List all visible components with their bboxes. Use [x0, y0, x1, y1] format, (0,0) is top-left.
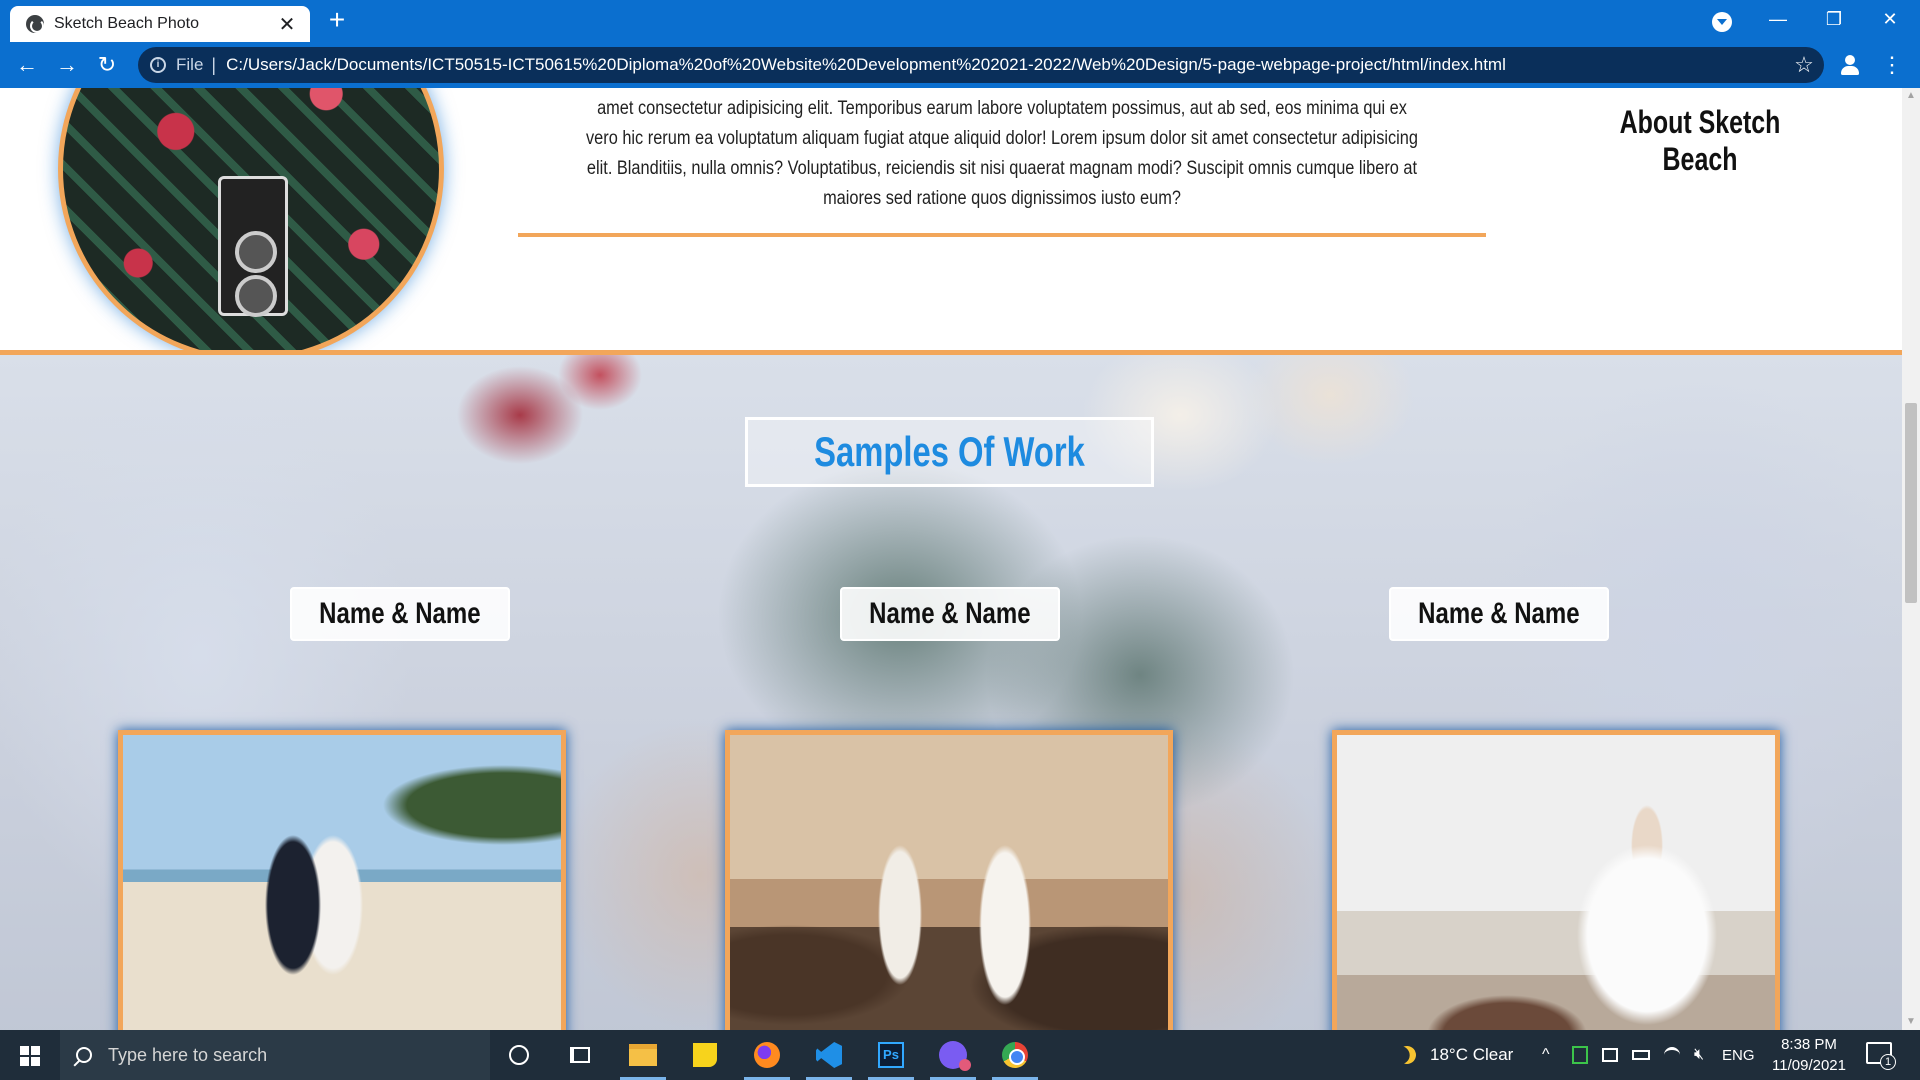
- scroll-up-arrow-icon[interactable]: ▲: [1902, 88, 1920, 104]
- system-tray-icons[interactable]: 🔇︎: [1572, 1030, 1704, 1080]
- windows-start-icon[interactable]: [0, 1030, 60, 1080]
- meet-icon[interactable]: [1602, 1048, 1618, 1062]
- cortana-icon[interactable]: [494, 1035, 544, 1075]
- reload-button[interactable]: ↻: [90, 48, 124, 82]
- sample-photo-beach-couple[interactable]: [118, 730, 566, 1030]
- forward-button[interactable]: →: [50, 48, 84, 82]
- scroll-down-arrow-icon[interactable]: ▼: [1902, 1014, 1920, 1030]
- weather-widget[interactable]: 18°C Clear: [1398, 1030, 1513, 1080]
- samples-section: Samples Of Work Name & Name Name & Name …: [0, 355, 1902, 1030]
- card-name-label: Name & Name: [290, 587, 510, 641]
- browser-tab-bar: Sketch Beach Photo ✕ + — ❐ ✕: [0, 0, 1920, 42]
- notification-count-badge: 1: [1880, 1054, 1896, 1070]
- about-heading: About Sketch Beach: [1619, 104, 1781, 177]
- file-explorer-icon[interactable]: [618, 1035, 668, 1080]
- back-button[interactable]: ←: [10, 48, 44, 82]
- site-info-icon[interactable]: i: [150, 57, 166, 73]
- profile-menu-icon[interactable]: [1712, 12, 1732, 32]
- window-close-button[interactable]: ✕: [1862, 0, 1918, 40]
- page-viewport: amet consectetur adipisicing elit. Tempo…: [0, 88, 1902, 1030]
- card-name-label: Name & Name: [840, 587, 1060, 641]
- bookmark-star-icon[interactable]: ☆: [1784, 52, 1824, 78]
- moon-icon: [1395, 1043, 1418, 1066]
- firefox-icon[interactable]: [742, 1035, 792, 1080]
- address-separator: |: [211, 54, 217, 75]
- browser-tab[interactable]: Sketch Beach Photo ✕: [10, 6, 310, 42]
- sample-photo-bride[interactable]: [1332, 730, 1780, 1030]
- camera-image: [218, 176, 288, 317]
- browser-menu-icon[interactable]: ⋮: [1880, 48, 1904, 82]
- globe-icon: [26, 15, 44, 33]
- minimize-button[interactable]: —: [1750, 0, 1806, 40]
- taskbar-search-box[interactable]: Type here to search: [60, 1030, 490, 1080]
- new-tab-button[interactable]: +: [322, 6, 352, 36]
- windows-taskbar: Type here to search Ps 18°C Clear ^ 🔇︎ E…: [0, 1030, 1920, 1080]
- photoshop-icon[interactable]: Ps: [866, 1035, 916, 1080]
- restore-button[interactable]: ❐: [1806, 0, 1862, 40]
- app-tray-icon[interactable]: [1572, 1046, 1588, 1064]
- photographer-portrait: [58, 88, 444, 362]
- url-text[interactable]: C:/Users/Jack/Documents/ICT50515-ICT5061…: [226, 55, 1784, 75]
- sample-photo-sunset-couple[interactable]: [725, 730, 1173, 1030]
- card-name-label: Name & Name: [1389, 587, 1609, 641]
- clock-date: 11/09/2021: [1772, 1057, 1846, 1074]
- address-bar[interactable]: i File | C:/Users/Jack/Documents/ICT5051…: [138, 47, 1824, 83]
- chrome-icon[interactable]: [990, 1035, 1040, 1080]
- about-divider: [518, 233, 1486, 237]
- search-icon: [76, 1047, 92, 1063]
- samples-title: Samples Of Work: [745, 417, 1154, 487]
- search-placeholder: Type here to search: [108, 1044, 268, 1065]
- file-scheme-label: File: [176, 55, 204, 74]
- tray-overflow-chevron-icon[interactable]: ^: [1542, 1030, 1550, 1080]
- browser-toolbar: ← → ↻ i File | C:/Users/Jack/Documents/I…: [0, 42, 1920, 88]
- task-view-icon[interactable]: [555, 1035, 605, 1075]
- account-icon[interactable]: [1838, 53, 1862, 77]
- wifi-icon[interactable]: [1664, 1047, 1680, 1063]
- about-section: amet consectetur adipisicing elit. Tempo…: [0, 88, 1902, 362]
- volume-muted-icon[interactable]: 🔇︎: [1694, 1046, 1704, 1064]
- discord-icon[interactable]: [928, 1035, 978, 1080]
- taskbar-clock[interactable]: 8:38 PM 11/09/2021: [1764, 1034, 1854, 1076]
- weather-text: 18°C Clear: [1430, 1045, 1514, 1064]
- battery-icon[interactable]: [1632, 1050, 1650, 1060]
- close-tab-icon[interactable]: ✕: [276, 12, 298, 37]
- language-indicator[interactable]: ENG: [1722, 1030, 1755, 1080]
- vertical-scrollbar[interactable]: ▲ ▼: [1902, 88, 1920, 1030]
- vscode-icon[interactable]: [804, 1035, 854, 1080]
- tab-title: Sketch Beach Photo: [54, 15, 199, 32]
- sticky-notes-icon[interactable]: [680, 1035, 730, 1075]
- clock-time: 8:38 PM: [1781, 1036, 1837, 1053]
- about-paragraph: amet consectetur adipisicing elit. Tempo…: [586, 98, 1418, 209]
- scroll-thumb[interactable]: [1905, 403, 1917, 603]
